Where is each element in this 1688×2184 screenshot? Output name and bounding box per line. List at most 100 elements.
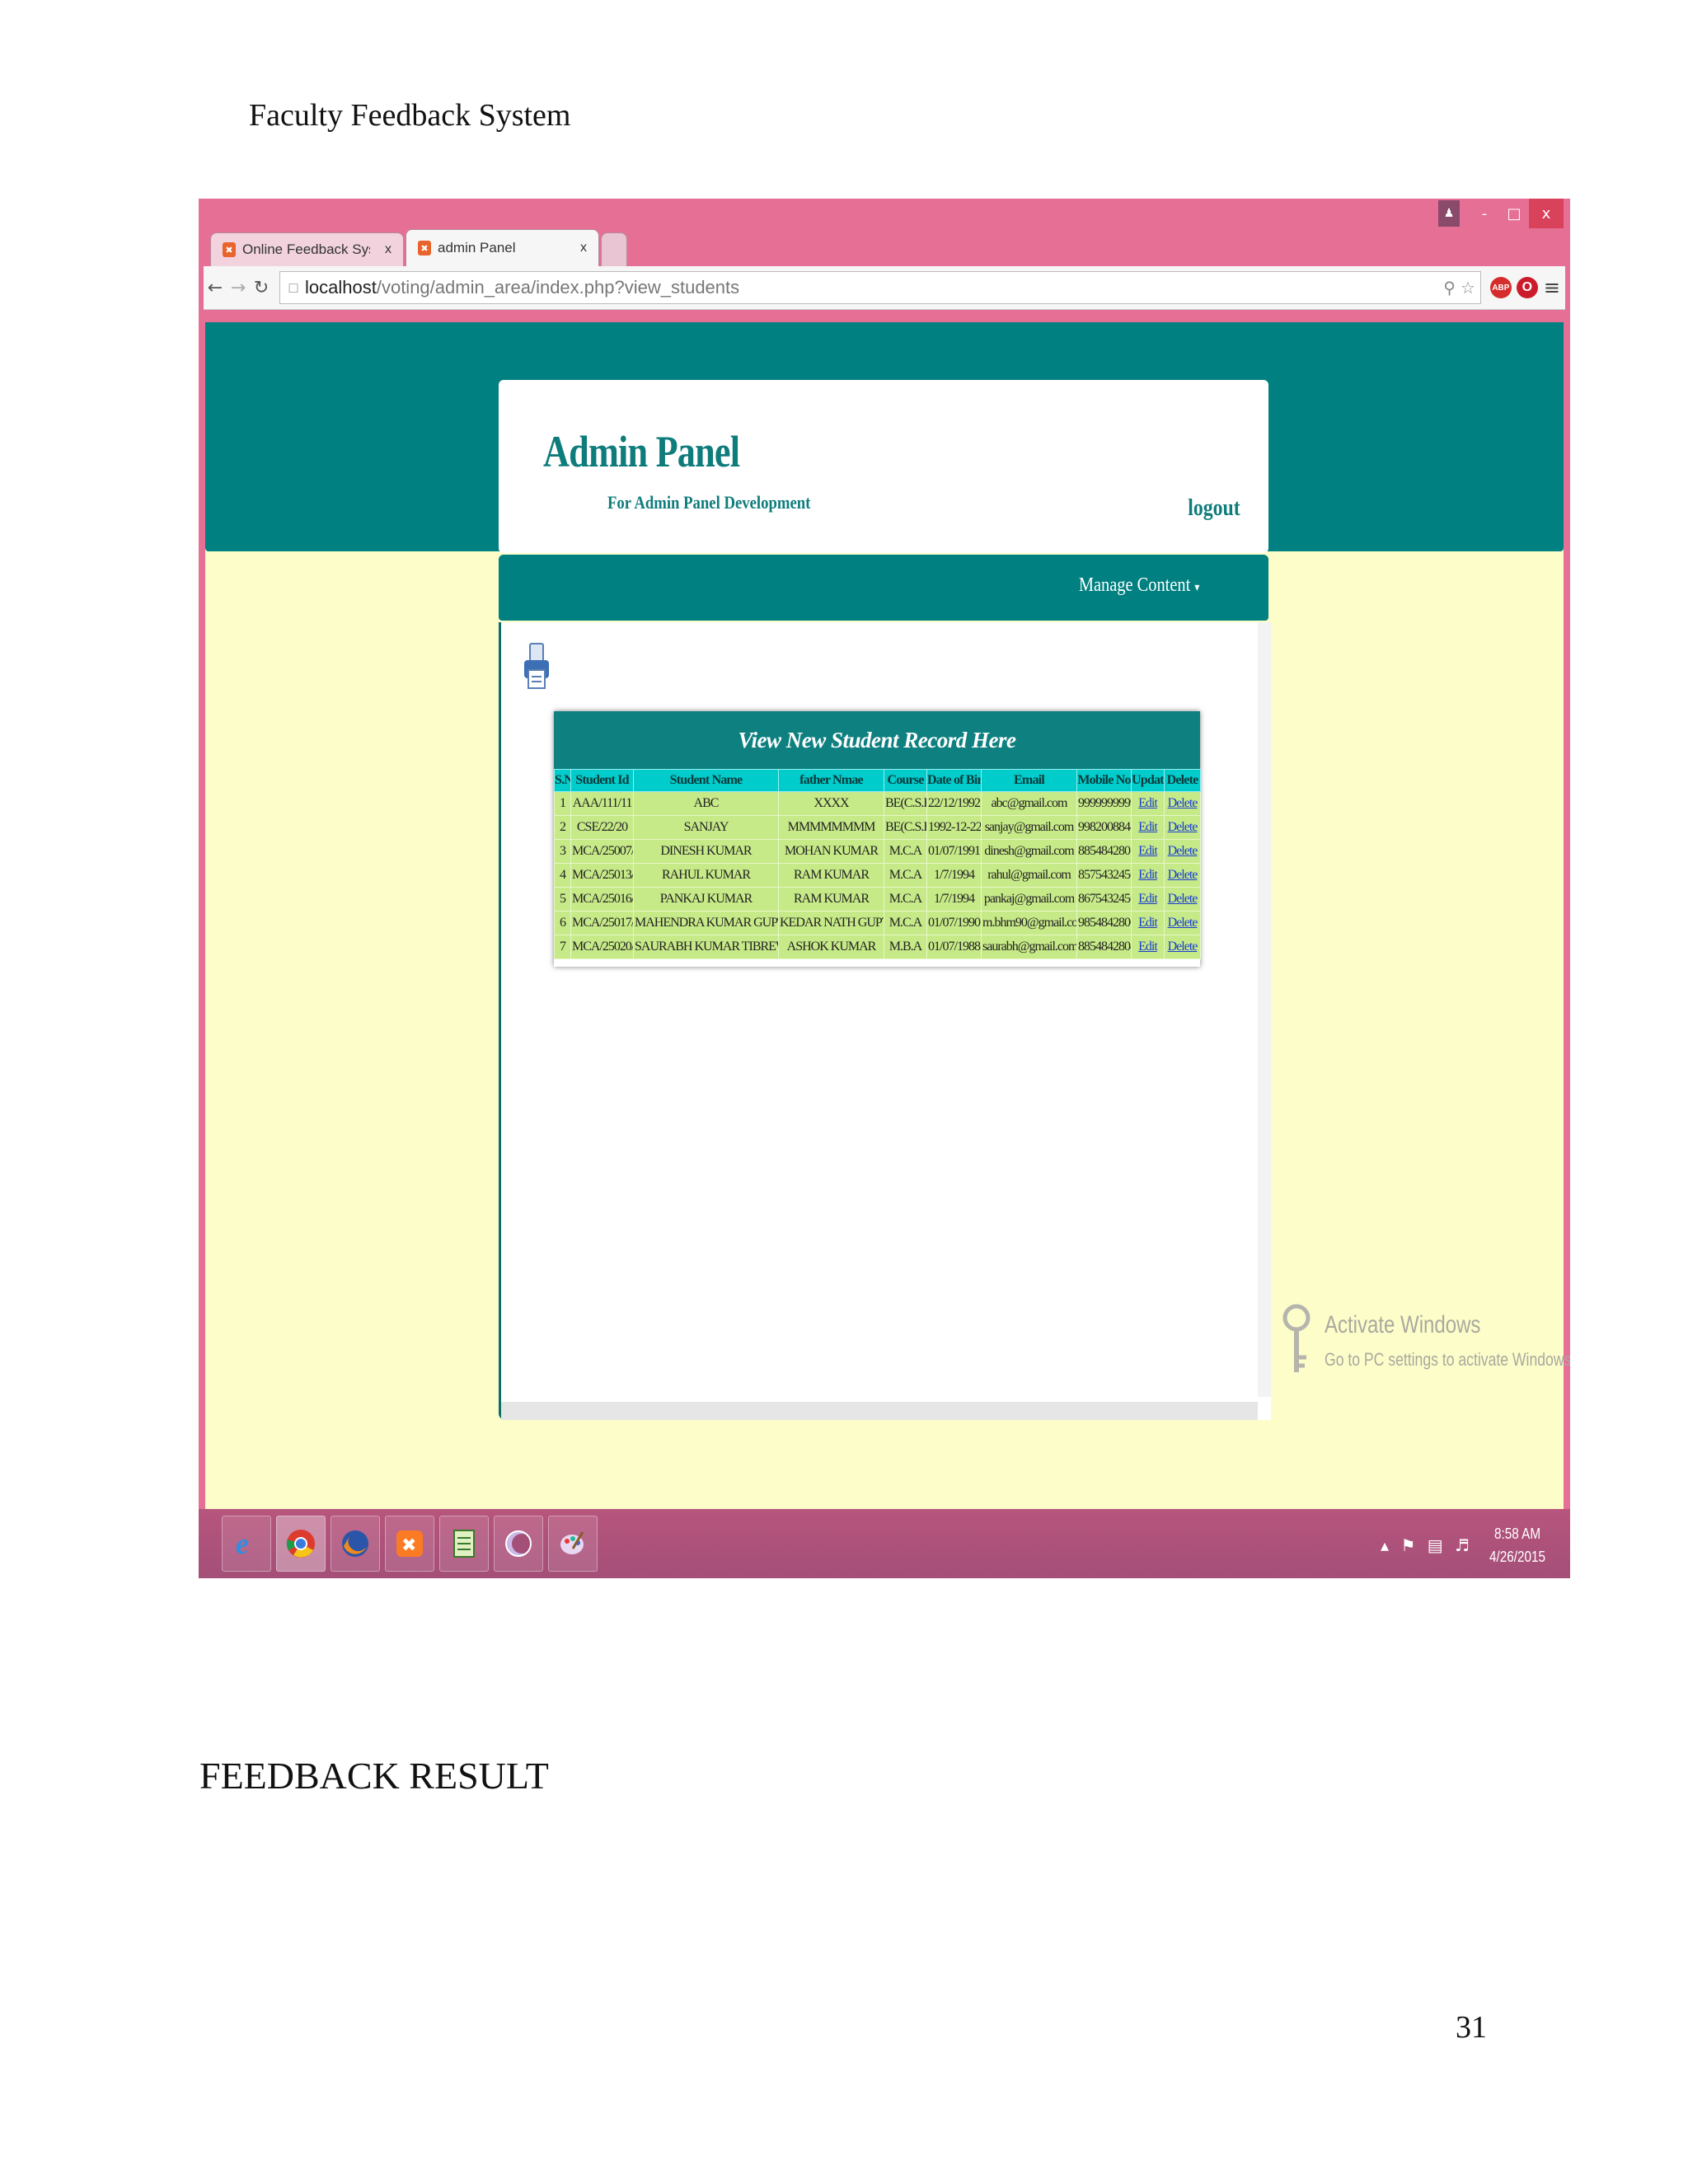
tab-online-feedback[interactable]: ✖ Online Feedback System x (210, 232, 404, 266)
cell-sn: 4 (554, 863, 571, 888)
manage-content-menu[interactable]: Manage Content ▾ (1079, 574, 1199, 597)
delete-link[interactable]: Delete (1168, 796, 1198, 810)
tab-admin-panel[interactable]: ✖ admin Panel x (406, 229, 599, 266)
admin-header-card: Admin Panel For Admin Panel Development … (499, 380, 1268, 553)
tab-title: admin Panel (438, 240, 516, 255)
search-icon[interactable]: ⚲ (1443, 278, 1456, 298)
cell-dob: 22/12/1992 (926, 791, 982, 816)
xampp-icon[interactable]: ✖ (385, 1516, 434, 1572)
tab-strip: ✖ Online Feedback System x ✖ admin Panel… (210, 228, 629, 266)
cell-course: BE(C.S.E) (884, 791, 927, 816)
close-button[interactable]: x (1529, 199, 1564, 228)
edit-cell: Edit (1131, 887, 1165, 912)
maximize-button[interactable]: □ (1499, 199, 1529, 228)
reload-icon[interactable]: ↻ (250, 278, 273, 298)
cell-father-name: MMMMMMMM (778, 815, 884, 840)
horizontal-scrollbar[interactable] (501, 1402, 1258, 1420)
cell-father-name: MOHAN KUMAR (778, 839, 884, 864)
delete-cell: Delete (1164, 887, 1201, 912)
cell-course: BE(C.S.E) (884, 815, 927, 840)
cell-mobile: 8854842804 (1076, 935, 1132, 959)
cell-dob: 01/07/1988 (926, 935, 982, 959)
back-icon[interactable]: ← (204, 278, 227, 298)
edit-link[interactable]: Edit (1138, 868, 1158, 882)
edit-link[interactable]: Edit (1138, 796, 1158, 810)
address-bar[interactable]: □ localhost/voting/admin_area/index.php?… (279, 271, 1481, 304)
nav-bar: Manage Content ▾ (499, 555, 1268, 621)
delete-link[interactable]: Delete (1168, 868, 1198, 882)
tab-close-icon[interactable]: x (385, 242, 392, 257)
browser-toolbar: ← → ↻ □ localhost/voting/admin_area/inde… (204, 266, 1565, 310)
printer-icon[interactable] (523, 642, 551, 693)
cell-student-id: MCA/25013/12 (570, 863, 634, 888)
cell-email: sanjay@gmail.com (981, 815, 1077, 840)
cell-sn: 7 (554, 935, 571, 959)
cell-dob: 01/07/1991 (926, 839, 982, 864)
chrome-icon[interactable] (276, 1516, 326, 1572)
edit-cell: Edit (1131, 935, 1165, 959)
ie-icon[interactable]: e (222, 1516, 271, 1572)
delete-cell: Delete (1164, 839, 1201, 864)
edit-link[interactable]: Edit (1138, 844, 1158, 858)
cell-dob: 1/7/1994 (926, 887, 982, 912)
page-viewport: Admin Panel For Admin Panel Development … (205, 322, 1570, 1509)
key-icon (1282, 1304, 1311, 1372)
edit-cell: Edit (1131, 791, 1165, 816)
cell-student-name: SANJAY (633, 815, 779, 840)
menu-icon[interactable]: ≡ (1544, 276, 1560, 299)
cell-sn: 5 (554, 887, 571, 912)
delete-link[interactable]: Delete (1168, 820, 1198, 834)
paint-icon[interactable] (548, 1516, 598, 1572)
cell-mobile: 8675432456 (1076, 887, 1132, 912)
star-icon[interactable]: ☆ (1461, 278, 1475, 298)
browser-screenshot: ♟ - □ x ✖ Online Feedback System x ✖ adm… (199, 199, 1570, 1578)
url-host: localhost (305, 277, 377, 298)
tray-icons[interactable]: ▴ ⚑ ▤ ♬ (1381, 1535, 1473, 1555)
opera-icon[interactable]: O (1516, 277, 1538, 298)
delete-link[interactable]: Delete (1168, 940, 1198, 954)
header-mobile: Mobile No (1076, 769, 1132, 792)
cell-student-id: MCA/25017/12 (570, 911, 634, 935)
url-path: /voting/admin_area/index.php?view_studen… (376, 277, 740, 298)
minimize-button[interactable]: - (1470, 199, 1499, 228)
delete-link[interactable]: Delete (1168, 844, 1198, 858)
edit-link[interactable]: Edit (1138, 916, 1158, 930)
cell-student-name: DINESH KUMAR (633, 839, 779, 864)
firefox-icon[interactable] (331, 1516, 380, 1572)
cell-student-name: RAHUL KUMAR (633, 863, 779, 888)
record-title: View New Student Record Here (554, 711, 1200, 769)
table-row: 1AAA/111/11ABCXXXXBE(C.S.E)22/12/1992abc… (554, 791, 1201, 816)
watermark-title: Activate Windows (1325, 1311, 1481, 1338)
edit-link[interactable]: Edit (1138, 940, 1158, 954)
eclipse-icon[interactable] (494, 1516, 543, 1572)
student-record-box: View New Student Record Here S.N Student… (554, 711, 1201, 967)
delete-link[interactable]: Delete (1168, 916, 1198, 930)
user-icon[interactable]: ♟ (1438, 200, 1460, 227)
edit-link[interactable]: Edit (1138, 892, 1158, 906)
forward-icon[interactable]: → (227, 278, 250, 298)
cell-student-id: MCA/25020/12 (570, 935, 634, 959)
delete-cell: Delete (1164, 815, 1201, 840)
xampp-icon: ✖ (223, 242, 236, 257)
taskbar-clock[interactable]: 8:58 AM 4/26/2015 (1489, 1522, 1545, 1568)
delete-cell: Delete (1164, 791, 1201, 816)
logout-link[interactable]: logout (1189, 495, 1240, 522)
new-tab-button[interactable] (601, 232, 627, 266)
table-row: 4MCA/25013/12RAHUL KUMARRAM KUMARM.C.A1/… (554, 863, 1201, 888)
table-row: 2CSE/22/20SANJAYMMMMMMMMBE(C.S.E)1992-12… (554, 815, 1201, 840)
clock-date: 4/26/2015 (1489, 1549, 1545, 1565)
table-row: 5MCA/25016/12PANKAJ KUMARRAM KUMARM.C.A1… (554, 887, 1201, 912)
cell-father-name: KEDAR NATH GUPTA (778, 911, 884, 935)
edit-link[interactable]: Edit (1138, 820, 1158, 834)
header-father-name: father Nmae (778, 769, 884, 792)
vertical-scrollbar[interactable] (1258, 622, 1271, 1397)
document-header: Faculty Feedback System (249, 98, 571, 133)
adblock-icon[interactable]: ABP (1489, 277, 1512, 298)
cell-sn: 2 (554, 815, 571, 840)
edit-cell: Edit (1131, 863, 1165, 888)
notepad-icon[interactable] (439, 1516, 489, 1572)
delete-link[interactable]: Delete (1168, 892, 1198, 906)
delete-cell: Delete (1164, 935, 1201, 959)
tab-close-icon[interactable]: x (580, 241, 587, 255)
table-header-row: S.N Student Id Student Name father Nmae … (554, 769, 1201, 792)
